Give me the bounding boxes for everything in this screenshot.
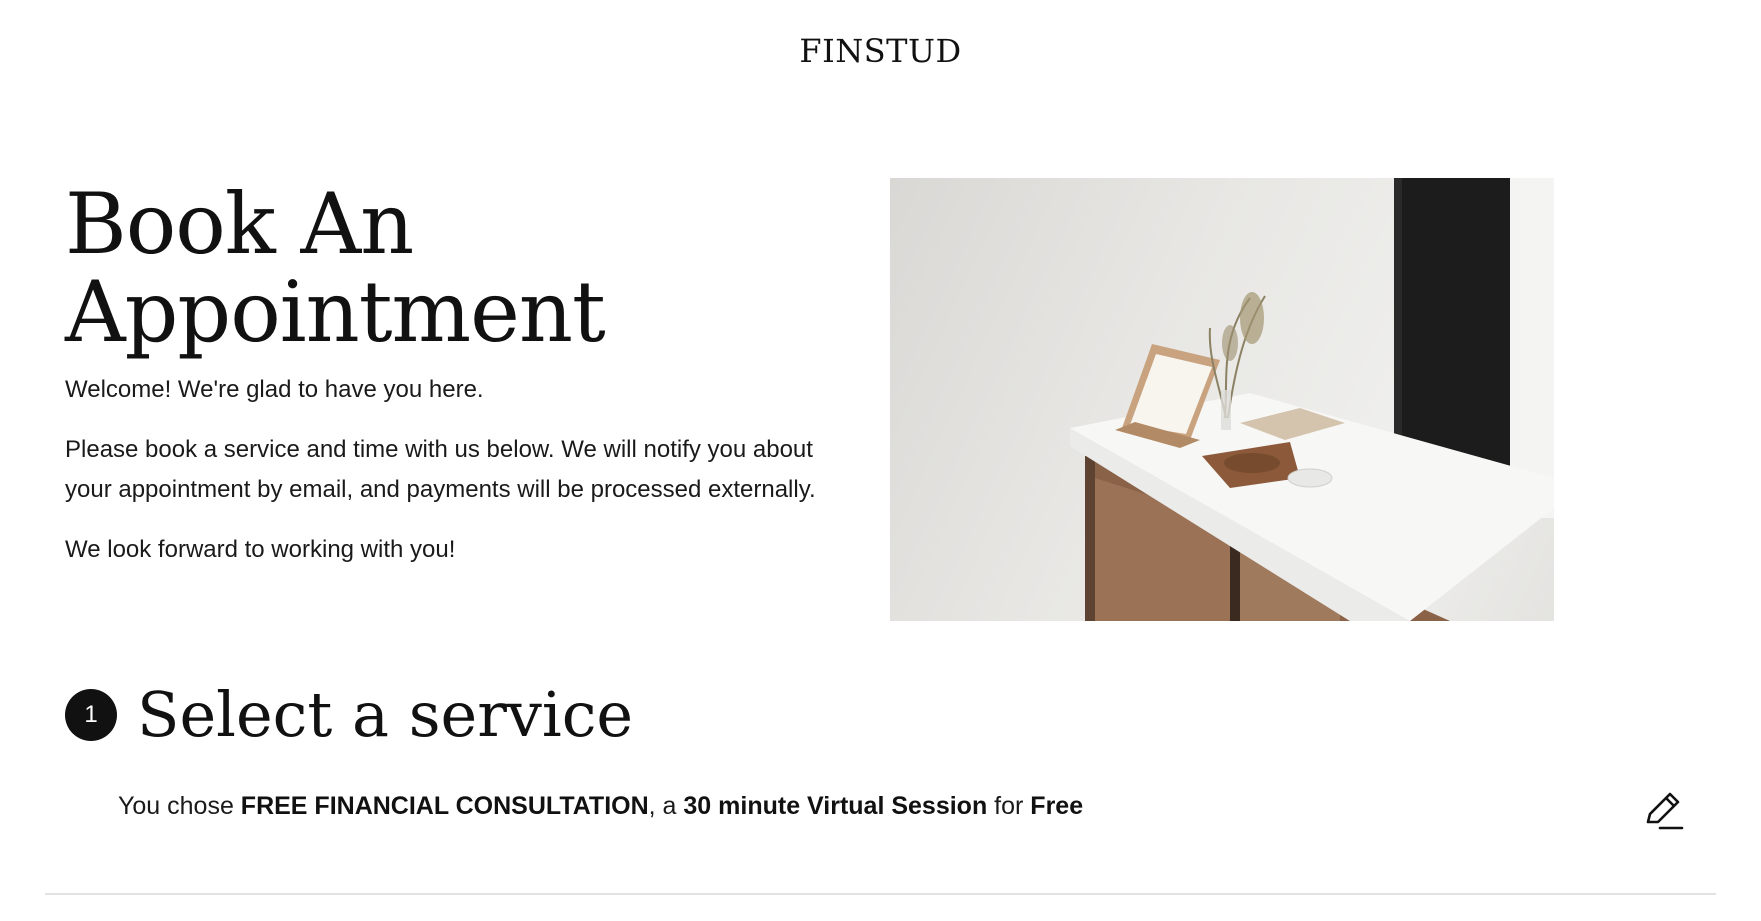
summary-prefix: You chose <box>118 792 241 820</box>
closing-text: We look forward to working with you! <box>65 536 456 563</box>
step-select-service-header: 1 Select a service <box>65 680 633 750</box>
welcome-text: Welcome! We're glad to have you here. <box>65 376 484 403</box>
summary-for: for <box>987 792 1031 820</box>
step-number-badge: 1 <box>65 689 117 741</box>
selected-service-name: FREE FINANCIAL CONSULTATION <box>240 792 649 820</box>
selected-service-price: Free <box>1030 792 1084 820</box>
summary-separator: , a <box>648 792 684 820</box>
booking-page: FINSTUD Book An Appointment Welcome! We'… <box>0 0 1761 921</box>
selected-session-duration: 30 minute Virtual Session <box>683 792 988 820</box>
page-title-line-2: Appointment <box>65 263 606 361</box>
hero-intro: Book An Appointment Welcome! We're glad … <box>65 180 865 590</box>
page-title: Book An Appointment <box>65 180 865 356</box>
page-title-line-1: Book An <box>65 175 414 273</box>
section-divider <box>45 893 1716 895</box>
reception-desk-illustration <box>1070 178 1554 621</box>
site-logo[interactable]: FINSTUD <box>0 32 1761 70</box>
intro-text: Welcome! We're glad to have you here. Pl… <box>65 370 865 570</box>
instructions-text: Please book a service and time with us b… <box>65 436 816 503</box>
hero-photo <box>890 178 1554 621</box>
edit-service-button[interactable] <box>1640 786 1686 832</box>
service-selection-summary: You chose FREE FINANCIAL CONSULTATION, a… <box>118 792 1083 821</box>
pencil-icon <box>1646 792 1684 830</box>
step-title: Select a service <box>137 678 634 751</box>
